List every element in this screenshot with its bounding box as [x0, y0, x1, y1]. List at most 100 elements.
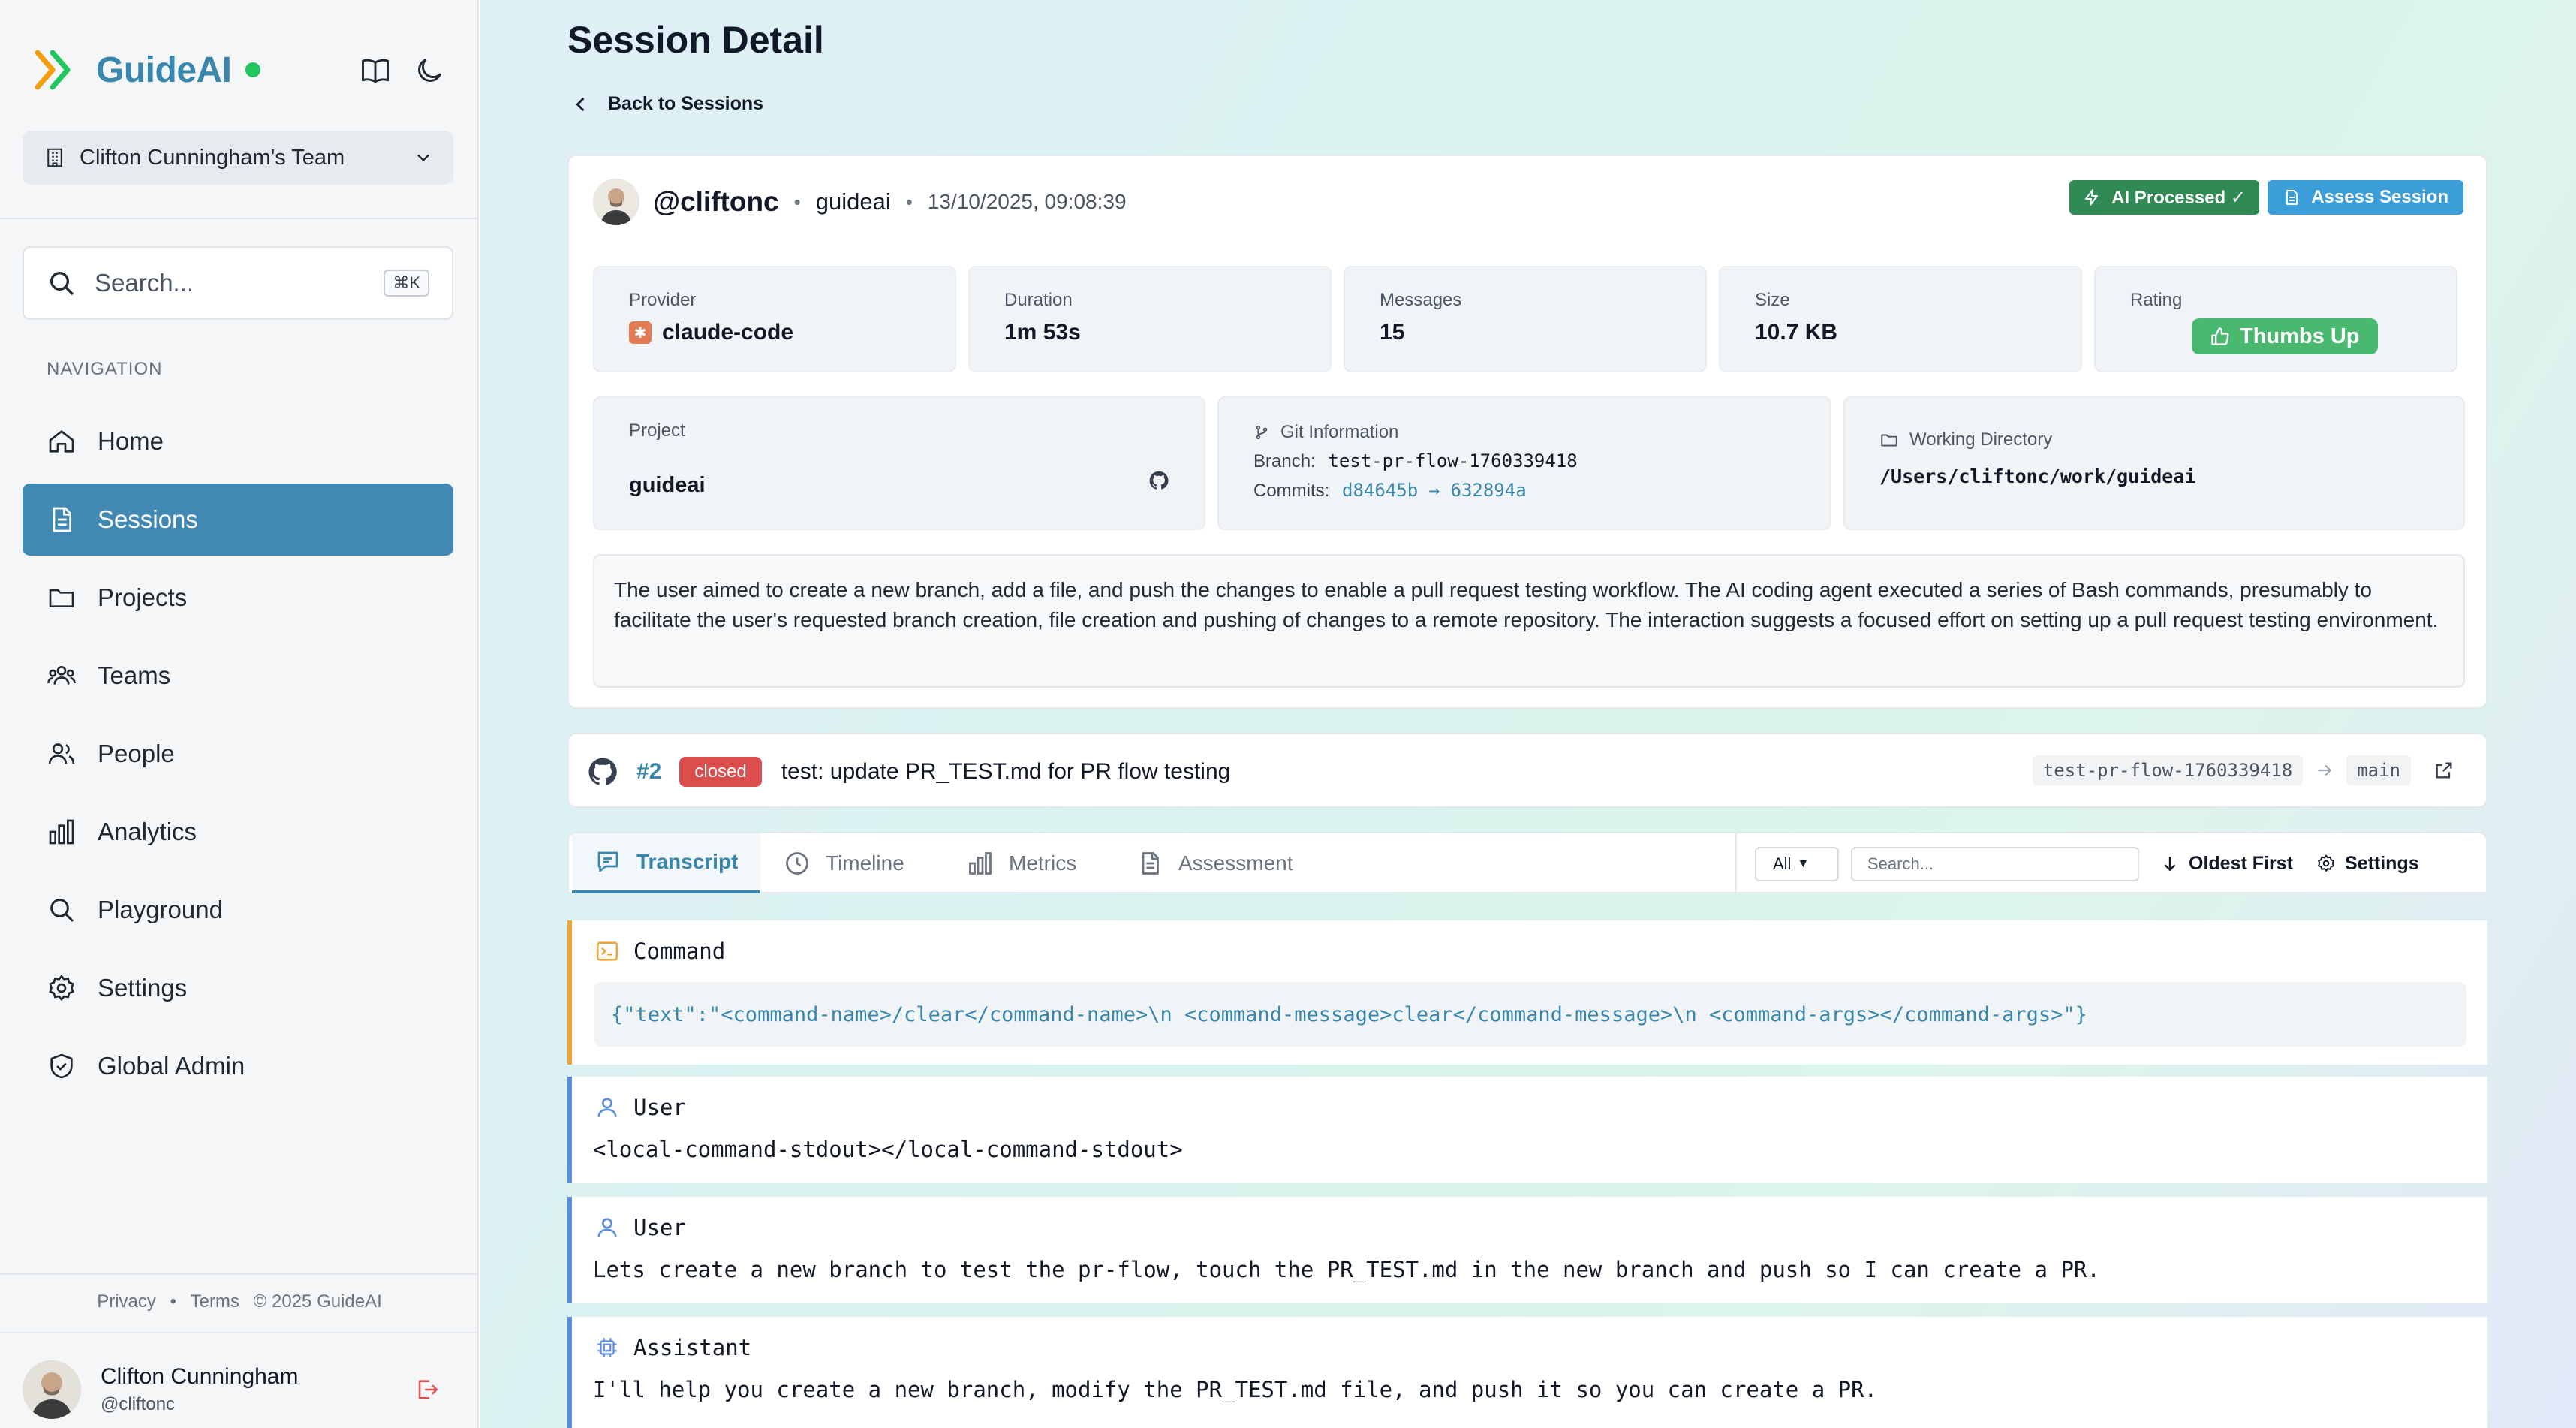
sidebar-item-label: People	[98, 740, 175, 767]
transcript-settings-button[interactable]: Settings	[2316, 833, 2419, 893]
transcript-search-input[interactable]: Search...	[1851, 847, 2139, 881]
stat-rating: Rating Thumbs Up	[2094, 266, 2457, 372]
sidebar-item-label: Analytics	[98, 818, 197, 845]
claude-code-icon: ✱	[629, 321, 652, 344]
sidebar-search[interactable]: Search... ⌘K	[23, 246, 453, 320]
bar-chart-icon	[49, 819, 74, 845]
branch-name: test-pr-flow-1760339418	[1328, 450, 1578, 471]
sort-order-button[interactable]: Oldest First	[2160, 833, 2293, 893]
provider-name: claude-code	[662, 320, 794, 345]
building-icon	[47, 148, 62, 167]
commits-label: Commits:	[1253, 481, 1330, 501]
user-text: Clifton Cunningham @cliftonc	[101, 1364, 298, 1415]
pull-request-card: #2 closed test: update PR_TEST.md for PR…	[567, 733, 2487, 808]
filter-value: All	[1773, 854, 1792, 873]
commits-range-link[interactable]: d84645b → 632894a	[1342, 480, 1527, 501]
chevron-left-icon	[576, 97, 585, 111]
user-icon	[597, 1098, 617, 1117]
assess-session-button[interactable]: Assess Session	[2268, 180, 2463, 215]
message-content: I'll help you create a new branch, modif…	[593, 1377, 1878, 1402]
pull-request-row: #2 closed test: update PR_TEST.md for PR…	[587, 734, 2471, 809]
sidebar-item-analytics[interactable]: Analytics	[23, 796, 453, 868]
sidebar-item-label: Settings	[98, 974, 188, 1002]
legal-links: Privacy • Terms © 2025 GuideAI	[0, 1291, 479, 1312]
brand[interactable]: GuideAI	[33, 47, 260, 93]
tab-label: Transcript	[636, 850, 739, 873]
project-info: Project guideai	[593, 396, 1205, 530]
user-icon	[597, 1218, 617, 1237]
message-header: Assistant	[594, 1335, 751, 1360]
search-icon	[50, 899, 74, 923]
terms-link[interactable]: Terms	[191, 1291, 239, 1312]
sidebar-item-projects[interactable]: Projects	[23, 562, 453, 634]
working-dir-label: Working Directory	[1909, 429, 2053, 450]
transcript-message-user: User <local-command-stdout></local-comma…	[567, 1077, 2487, 1183]
message-filter-select[interactable]: All ▼	[1755, 847, 1839, 881]
pr-status-badge: closed	[679, 757, 762, 787]
branch-label: Branch:	[1253, 451, 1316, 471]
stat-label: Rating	[2130, 290, 2183, 310]
clock-icon	[786, 852, 808, 875]
stat-value: ✱ claude-code	[629, 320, 955, 345]
pr-number-link[interactable]: #2	[636, 759, 661, 785]
back-to-sessions-link[interactable]: Back to Sessions	[570, 93, 763, 115]
sidebar-nav: Home Sessions Projects Teams People Anal…	[23, 405, 453, 1108]
project-name[interactable]: guideai	[629, 473, 1204, 498]
pr-title: test: update PR_TEST.md for PR flow test…	[781, 759, 1231, 784]
terminal-icon	[596, 941, 618, 961]
sidebar-item-sessions[interactable]: Sessions	[23, 484, 453, 556]
team-selector[interactable]: Clifton Cunningham's Team	[23, 131, 453, 185]
tab-assessment[interactable]: Assessment	[1114, 833, 1316, 893]
github-icon[interactable]	[1148, 470, 1169, 491]
external-link-icon[interactable]	[2433, 760, 2454, 781]
lightning-icon	[2085, 189, 2099, 206]
transcript-message-command: Command {"text":"<command-name>/clear</c…	[567, 920, 2487, 1065]
back-label: Back to Sessions	[608, 93, 764, 114]
session-project[interactable]: guideai	[816, 188, 891, 215]
team-icon	[47, 666, 76, 685]
user-avatar-icon	[593, 179, 639, 225]
sidebar-item-people[interactable]: People	[23, 718, 453, 790]
stat-messages: Messages 15	[1344, 266, 1707, 372]
sidebar-item-teams[interactable]: Teams	[23, 640, 453, 712]
session-user-handle[interactable]: @cliftonc	[653, 186, 779, 218]
stat-value: 10.7 KB	[1755, 320, 1838, 345]
sidebar-item-label: Teams	[98, 661, 171, 689]
separator: •	[793, 190, 801, 213]
bar-chart-icon	[969, 852, 992, 875]
tab-timeline[interactable]: Timeline	[761, 833, 927, 893]
sidebar-item-label: Projects	[98, 583, 188, 611]
stat-label: Messages	[1380, 290, 1462, 310]
message-content: <local-command-stdout></local-command-st…	[593, 1137, 1183, 1162]
session-header: @cliftonc • guideai • 13/10/2025, 09:08:…	[593, 179, 1127, 225]
divider	[0, 218, 479, 219]
arrow-right-icon	[2318, 764, 2332, 776]
user-name: Clifton Cunningham	[101, 1364, 299, 1389]
sidebar-item-global-admin[interactable]: Global Admin	[23, 1030, 453, 1102]
message-role: Assistant	[633, 1335, 752, 1360]
sidebar-item-playground[interactable]: Playground	[23, 874, 453, 946]
user-card[interactable]: Clifton Cunningham @cliftonc	[23, 1360, 453, 1419]
thumbs-up-rating-button[interactable]: Thumbs Up	[2192, 318, 2378, 354]
avatar	[593, 179, 639, 225]
separator: •	[905, 190, 913, 213]
assess-label: Assess Session	[2311, 187, 2448, 207]
ai-processed-badge[interactable]: AI Processed ✓	[2069, 180, 2259, 215]
stat-value: 1m 53s	[1004, 320, 1081, 345]
chevron-down-icon	[417, 154, 429, 162]
sidebar-item-settings[interactable]: Settings	[23, 952, 453, 1024]
stat-size: Size 10.7 KB	[1719, 266, 2082, 372]
git-label: Git Information	[1280, 422, 1399, 442]
sidebar-item-home[interactable]: Home	[23, 405, 453, 478]
folder-icon	[49, 589, 74, 607]
tab-transcript[interactable]: Transcript	[572, 833, 761, 893]
cpu-icon	[597, 1338, 617, 1357]
book-icon[interactable]	[359, 54, 392, 87]
moon-icon[interactable]	[413, 54, 446, 87]
thumbs-up-icon	[2211, 327, 2229, 345]
logout-icon[interactable]	[414, 1377, 440, 1402]
brand-name: GuideAI	[96, 50, 232, 90]
privacy-link[interactable]: Privacy	[97, 1291, 156, 1312]
search-shortcut: ⌘K	[384, 270, 429, 297]
tab-metrics[interactable]: Metrics	[944, 833, 1099, 893]
